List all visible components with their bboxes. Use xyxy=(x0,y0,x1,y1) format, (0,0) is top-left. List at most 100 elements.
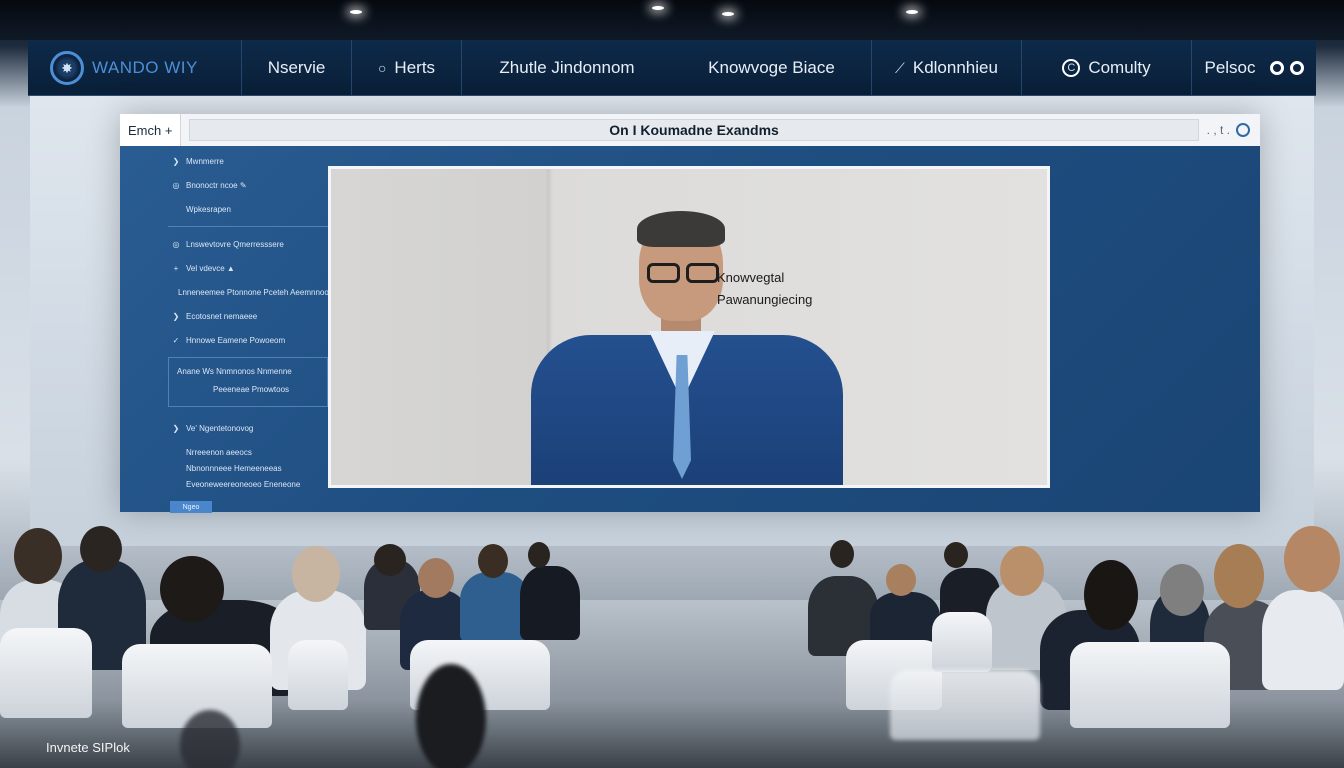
sidebar-item-label: Hnnowe Eamene Powoeom xyxy=(186,335,286,345)
nav-item-pelsoc[interactable]: Pelsoc xyxy=(1192,40,1316,96)
audience-head xyxy=(886,564,916,596)
chair xyxy=(288,640,348,710)
screen-sidebar: ❯ Mwnmerre ◎ Bnonoctr ncoe ✎ Wpkesrapen ◎ L… xyxy=(168,154,333,513)
audience-head xyxy=(292,546,340,602)
sidebar-divider xyxy=(168,226,328,227)
screen-title-bar: On I Koumadne Exandms xyxy=(189,119,1199,141)
audience-head xyxy=(1214,544,1264,608)
sidebar-item-label: Peeeneae Pmowtoos xyxy=(213,384,290,394)
tab-add-icon[interactable]: + xyxy=(165,123,173,138)
nav-item-kdlonnhieu[interactable]: ⟋ Kdlonnhieu xyxy=(872,40,1022,96)
sidebar-item[interactable]: ❯ Mwnmerre xyxy=(168,154,328,168)
ceiling-light xyxy=(350,10,362,14)
sidebar-item[interactable]: Nbnonnneee Hemeeneeas xyxy=(168,461,328,475)
sidebar-item-label: Nrreeenon aeeocs xyxy=(186,447,252,457)
tab-label: Emch xyxy=(128,122,162,138)
settings-icon[interactable] xyxy=(1236,123,1250,137)
sidebar-button[interactable]: Ngeo xyxy=(170,501,212,513)
nav-item-zhutle[interactable]: Zhutle Jindonnom xyxy=(462,40,672,96)
screen-control-dots[interactable]: . , t . xyxy=(1207,123,1230,137)
sidebar-item[interactable]: Eveoneweereoneoeo Eneneone xyxy=(168,477,328,491)
sidebar-item[interactable]: ✓ Hnnowe Eamene Powoeom xyxy=(168,333,328,347)
nav-item-knowledge-base[interactable]: Knowvoge Biace xyxy=(672,40,872,96)
sidebar-item[interactable]: Nrreeenon aeeocs xyxy=(168,445,328,459)
target-icon: ◎ xyxy=(172,180,180,190)
logo[interactable]: ✸ WANDO WIY xyxy=(28,40,242,96)
nav-label: Knowvoge Biace xyxy=(708,58,835,77)
target-icon: ◎ xyxy=(172,239,180,249)
conference-scene: ✸ WANDO WIY Nservie ○ Herts Zhutle Jindo… xyxy=(0,0,1344,768)
sidebar-item-label: Vel vdevce ▲ xyxy=(186,263,235,273)
ceiling-light xyxy=(722,12,734,16)
speaker-glasses xyxy=(647,263,719,283)
screen-title: On I Koumadne Exandms xyxy=(609,122,779,138)
logo-icon: ✸ xyxy=(50,51,84,85)
audience-head xyxy=(944,542,968,568)
sidebar-item-label: Bnonoctr ncoe ✎ xyxy=(186,180,247,190)
audience-member xyxy=(1262,590,1344,690)
audience-head xyxy=(1160,564,1204,616)
nav-label: Nservie xyxy=(267,58,326,77)
audience-head xyxy=(374,544,406,576)
sidebar-item-label: Eveoneweereoneoeo Eneneone xyxy=(186,479,301,489)
sidebar-item-label: Nbnonnneee Hemeeneeas xyxy=(186,463,282,473)
sidebar-item[interactable]: Anane Ws Nnmnonos Nnmenne xyxy=(173,364,323,378)
pen-icon: ⟋ xyxy=(895,59,905,76)
sidebar-item-label: Anane Ws Nnmnonos Nnmenne xyxy=(177,366,292,376)
sidebar-item[interactable]: Lnneneemee Ptonnone Pceteh Aeemnnoon xyxy=(168,285,333,299)
circle-icon: ○ xyxy=(377,60,387,76)
audience-head xyxy=(1084,560,1138,630)
presentation-screen: Emch + On I Koumadne Exandms . , t . ❯ Mw… xyxy=(120,114,1260,513)
audience-head xyxy=(14,528,62,584)
nav-item-community[interactable]: C Comulty xyxy=(1022,40,1192,96)
chair xyxy=(1070,642,1230,728)
nav-label: Zhutle Jindonnom xyxy=(499,58,635,77)
ceiling xyxy=(0,0,1344,40)
sidebar-item-label: Ve' Ngentetonovog xyxy=(186,423,254,433)
audience-head xyxy=(160,556,224,622)
sidebar-item[interactable]: ❯ Ve' Ngentetonovog xyxy=(168,421,328,435)
audience-head xyxy=(1000,546,1044,596)
sidebar-item[interactable]: + Vel vdevce ▲ xyxy=(168,261,328,275)
video-feed[interactable]: Knowvegtal Pawanungiecing xyxy=(328,166,1050,488)
sidebar-item[interactable]: ◎ Lnswevtovre Qmerresssere xyxy=(168,237,328,251)
sidebar-item[interactable]: Wpkesrapen xyxy=(168,202,328,216)
plus-icon: + xyxy=(173,263,179,273)
nav-label: Comulty xyxy=(1088,58,1151,77)
sidebar-item[interactable]: Peeeneae Pmowtoos xyxy=(173,382,323,396)
sidebar-item-label: Mwnmerre xyxy=(186,156,224,166)
screen-titlebar: Emch + On I Koumadne Exandms . , t . xyxy=(120,114,1260,146)
sidebar-item-label: Ecotosnet nemaeee xyxy=(186,311,258,321)
audience-head xyxy=(416,664,486,768)
sidebar-item[interactable]: ◎ Bnonoctr ncoe ✎ xyxy=(168,178,328,192)
audience-member xyxy=(520,566,580,640)
toggle-icon[interactable] xyxy=(1269,61,1304,75)
video-caption: Knowvegtal Pawanungiecing xyxy=(717,267,812,311)
ceiling-light xyxy=(906,10,918,14)
audience-head xyxy=(478,544,508,578)
sidebar-item-label: Lnswevtovre Qmerresssere xyxy=(186,239,284,249)
audience-head xyxy=(528,542,550,568)
sidebar-group: Anane Ws Nnmnonos Nnmenne Peeeneae Pmowt… xyxy=(168,357,328,407)
audience xyxy=(0,520,1344,768)
ceiling-light xyxy=(652,6,664,10)
audience-head xyxy=(1284,526,1340,592)
nav-label: Herts xyxy=(394,58,436,77)
screen-tab[interactable]: Emch + xyxy=(120,114,182,146)
video-caption-line: Pawanungiecing xyxy=(717,292,813,307)
audience-head xyxy=(830,540,854,568)
sidebar-item-label: Wpkesrapen xyxy=(186,204,231,214)
chevron-icon: ❯ xyxy=(172,423,180,433)
sidebar-item[interactable]: ❯ Ecotosnet nemaeee xyxy=(168,309,328,323)
nav-label: Kdlonnhieu xyxy=(912,58,998,77)
sidebar-item-label: Lnneneemee Ptonnone Pceteh Aeemnnoon xyxy=(178,287,334,297)
video-caption-line: Knowvegtal xyxy=(717,270,785,285)
top-navigation: ✸ WANDO WIY Nservie ○ Herts Zhutle Jindo… xyxy=(28,40,1316,96)
nav-item-nservie[interactable]: Nservie xyxy=(242,40,352,96)
chair xyxy=(0,628,92,718)
watermark-text: Invnete SIPlok xyxy=(46,740,130,755)
speaker-hair xyxy=(637,211,725,247)
community-icon: C xyxy=(1062,59,1081,77)
nav-item-herts[interactable]: ○ Herts xyxy=(352,40,462,96)
audience-head xyxy=(418,558,454,598)
